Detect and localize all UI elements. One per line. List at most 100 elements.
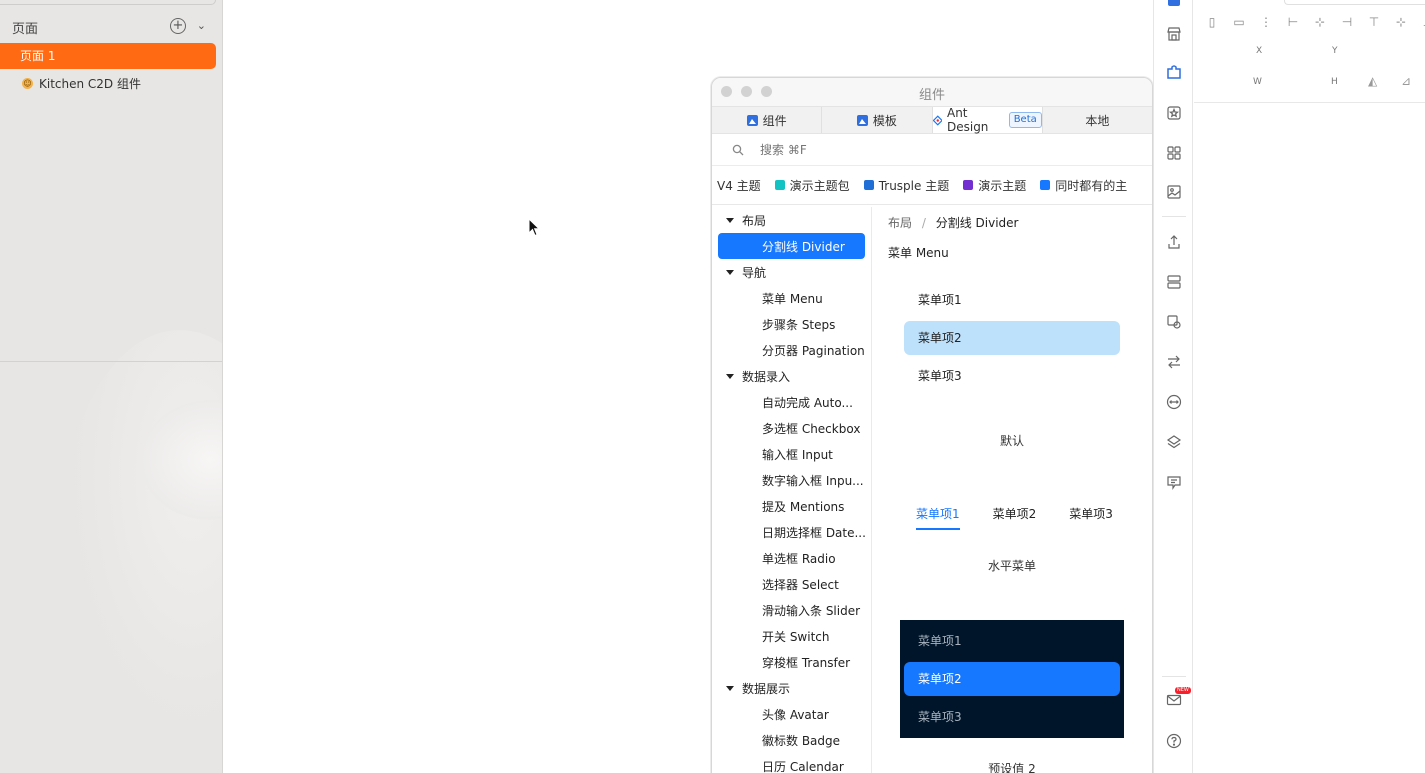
antd-logo-icon	[933, 115, 942, 126]
layers-icon[interactable]	[1166, 434, 1182, 450]
tree-item[interactable]: 选择器 Select	[712, 571, 871, 597]
default-menu-sample[interactable]: 菜单项1 菜单项2 菜单项3	[904, 283, 1120, 397]
tree-item[interactable]: 自动完成 Auto...	[712, 389, 871, 415]
page-item-selected[interactable]: 页面 1	[0, 43, 216, 69]
chevron-down-icon[interactable]: ⌄	[197, 19, 206, 32]
menu-item: 菜单项1	[904, 624, 1120, 658]
align-center-icon[interactable]: ⊹	[1312, 14, 1328, 30]
tab-local[interactable]: 本地	[1043, 107, 1152, 133]
image-icon[interactable]	[1166, 184, 1182, 200]
tree-group[interactable]: 数据录入	[712, 363, 871, 389]
sample-caption: 水平菜单	[900, 557, 1124, 574]
theme-trusple[interactable]: Trusple 主题	[864, 177, 950, 194]
notes-icon[interactable]	[1166, 474, 1182, 490]
menu-item-selected: 菜单项2	[904, 662, 1120, 696]
menu-item: 菜单项1	[904, 283, 1120, 317]
rotate-icon[interactable]: ⊿	[1401, 74, 1411, 88]
dark-menu-sample[interactable]: 菜单项1 菜单项2 菜单项3	[900, 620, 1124, 738]
menu-item: 菜单项3	[904, 700, 1120, 734]
w-label: W	[1253, 77, 1262, 87]
tree-item[interactable]: 数字输入框 Inpu...	[712, 467, 871, 493]
page-item[interactable]: ☺ Kitchen C2D 组件	[22, 74, 141, 92]
pages-title: 页面	[12, 18, 38, 37]
inspector-top-edge	[1284, 0, 1425, 5]
menu-item-selected: 菜单项2	[904, 321, 1120, 355]
theme-demo-pack[interactable]: 演示主题包	[775, 177, 850, 194]
search-input[interactable]	[760, 143, 1060, 157]
more-icon[interactable]: ⋮	[1258, 14, 1274, 30]
tab-components[interactable]: 组件	[712, 107, 822, 133]
align-left-icon[interactable]: ⊢	[1285, 14, 1301, 30]
align-middle-icon[interactable]: ⊹	[1393, 14, 1409, 30]
tree-item[interactable]: 步骤条 Steps	[712, 311, 871, 337]
mail-new-icon[interactable]: NEW	[1166, 692, 1182, 708]
tree-item[interactable]: 穿梭框 Transfer	[712, 649, 871, 675]
layout-icon[interactable]	[1166, 274, 1182, 290]
tab-label: 本地	[1085, 112, 1109, 129]
new-badge: NEW	[1175, 687, 1191, 694]
panel-divider	[0, 361, 223, 362]
tree-label: 数据录入	[742, 368, 790, 385]
export-icon[interactable]	[1166, 234, 1182, 250]
tree-item[interactable]: 滑动输入条 Slider	[712, 597, 871, 623]
align-right-icon[interactable]: ⊣	[1339, 14, 1355, 30]
theme-demo[interactable]: 演示主题	[963, 177, 1026, 194]
plugin-icon[interactable]	[1166, 64, 1182, 80]
distribute-vertical-icon[interactable]: ▭	[1231, 14, 1247, 30]
panel-top-edge	[0, 0, 216, 5]
tree-item[interactable]: 日期选择框 Date...	[712, 519, 871, 545]
caret-down-icon[interactable]	[726, 374, 734, 379]
tab-templates[interactable]: 模板	[822, 107, 932, 133]
tab-ant-design[interactable]: Ant Design Beta	[933, 107, 1043, 133]
tree-item[interactable]: 头像 Avatar	[712, 701, 871, 727]
swap-icon[interactable]	[1166, 354, 1182, 370]
tree-item[interactable]: 输入框 Input	[712, 441, 871, 467]
sample-caption: 默认	[900, 432, 1124, 449]
distribute-horizontal-icon[interactable]: ▯	[1204, 14, 1220, 30]
breadcrumb: 布局 / 分割线 Divider	[888, 214, 1018, 231]
tree-item[interactable]: 单选框 Radio	[712, 545, 871, 571]
tree-item[interactable]: 多选框 Checkbox	[712, 415, 871, 441]
star-icon[interactable]	[1166, 105, 1182, 121]
theme-label: 同时都有的主	[1055, 177, 1127, 194]
theme-swatch-icon	[963, 180, 973, 190]
tree-group[interactable]: 数据展示	[712, 675, 871, 701]
help-icon[interactable]	[1166, 733, 1182, 749]
toolbar-separator	[1162, 676, 1186, 677]
preview-title: 菜单 Menu	[888, 244, 949, 261]
tree-item[interactable]: 开关 Switch	[712, 623, 871, 649]
theme-swatch-icon	[1040, 180, 1050, 190]
selected-tool-icon[interactable]	[1166, 0, 1182, 8]
breadcrumb-separator: /	[922, 216, 926, 230]
tree-item[interactable]: 菜单 Menu	[712, 285, 871, 311]
tree-label: 数字输入框 Inpu...	[762, 472, 864, 489]
menu-item: 菜单项2	[993, 505, 1037, 530]
flip-icon[interactable]: ◭	[1368, 74, 1377, 88]
tree-label: 徽标数 Badge	[762, 732, 840, 749]
bucket-icon[interactable]	[1166, 314, 1182, 330]
store-icon[interactable]	[1166, 26, 1182, 42]
add-page-icon[interactable]: +	[170, 18, 186, 34]
caret-down-icon[interactable]	[726, 270, 734, 275]
tree-group[interactable]: 布局	[712, 207, 871, 233]
theme-both[interactable]: 同时都有的主	[1040, 177, 1127, 194]
tree-item-selected[interactable]: 分割线 Divider	[718, 233, 865, 259]
tree-item[interactable]: 日历 Calendar	[712, 753, 871, 773]
horizontal-menu-sample[interactable]: 菜单项1 菜单项2 菜单项3	[916, 505, 1113, 530]
tree-label: 数据展示	[742, 680, 790, 697]
tree-item[interactable]: 分页器 Pagination	[712, 337, 871, 363]
tree-group[interactable]: 导航	[712, 259, 871, 285]
caret-down-icon[interactable]	[726, 686, 734, 691]
theme-v4[interactable]: V4 主题	[717, 177, 761, 194]
tree-label: 开关 Switch	[762, 628, 830, 645]
breadcrumb-parent[interactable]: 布局	[888, 216, 912, 230]
tree-item[interactable]: 提及 Mentions	[712, 493, 871, 519]
align-top-icon[interactable]: ⊤	[1366, 14, 1382, 30]
align-bottom-icon[interactable]: ⊥	[1420, 14, 1425, 30]
menu-item: 菜单项3	[904, 359, 1120, 393]
caret-down-icon[interactable]	[726, 218, 734, 223]
tree-label: 穿梭框 Transfer	[762, 654, 850, 671]
grid-icon[interactable]	[1166, 145, 1182, 161]
measure-icon[interactable]	[1166, 394, 1182, 410]
tree-item[interactable]: 徽标数 Badge	[712, 727, 871, 753]
